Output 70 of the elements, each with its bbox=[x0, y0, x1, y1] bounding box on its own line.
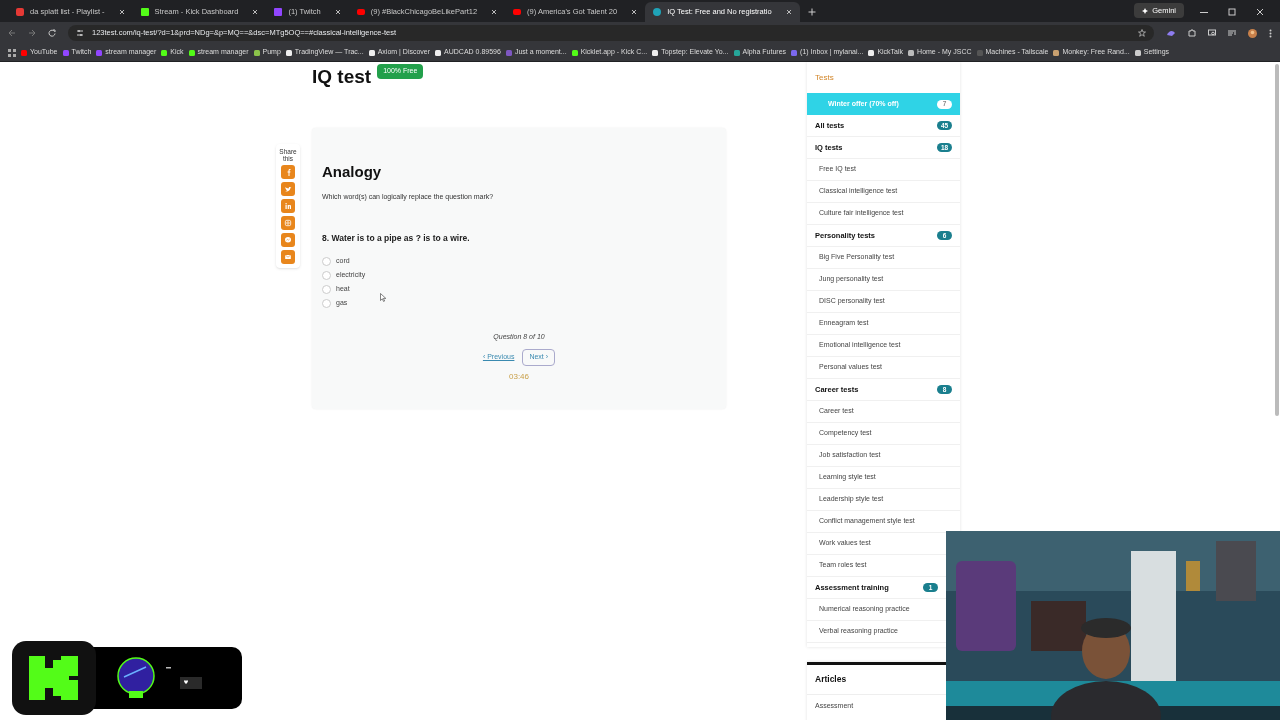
bookmark-icon bbox=[21, 49, 27, 56]
share-button[interactable] bbox=[281, 165, 295, 179]
scrollbar-thumb[interactable] bbox=[1275, 64, 1279, 416]
bookmark-icon bbox=[285, 49, 292, 56]
close-icon[interactable] bbox=[118, 9, 125, 15]
tab-icon bbox=[16, 8, 24, 16]
bookmark-icon bbox=[571, 49, 578, 56]
reload-icon bbox=[48, 29, 56, 37]
radio-button[interactable] bbox=[322, 298, 331, 308]
extension-icon bbox=[1166, 29, 1176, 37]
instagram-icon bbox=[284, 219, 292, 227]
radio-button[interactable] bbox=[322, 284, 331, 294]
profile-avatar-icon bbox=[1248, 28, 1257, 38]
mouse-pointer-icon bbox=[380, 293, 386, 302]
question-text: 8. Water is to a pipe as ? is to a wire. bbox=[322, 231, 471, 245]
category-heading: Analogy bbox=[322, 164, 383, 179]
bookmark-icon bbox=[1134, 49, 1141, 56]
new-tab-icon[interactable] bbox=[807, 8, 816, 16]
share-button[interactable] bbox=[281, 233, 295, 247]
tab-icon bbox=[653, 8, 662, 16]
sparkle-icon bbox=[1142, 7, 1149, 14]
media-icon bbox=[1228, 29, 1236, 37]
bookmark-icon bbox=[161, 49, 168, 56]
bookmark-icon bbox=[791, 49, 798, 56]
forward-icon bbox=[28, 29, 36, 37]
bookmark-icon bbox=[733, 49, 740, 56]
radio-button[interactable] bbox=[322, 256, 331, 266]
close-icon[interactable] bbox=[785, 9, 792, 15]
timer-text: 03:46 bbox=[508, 370, 530, 383]
bookmark-icon bbox=[1053, 49, 1060, 56]
twitter-icon bbox=[284, 185, 292, 193]
search-tabs-icon bbox=[1208, 29, 1216, 37]
back-icon bbox=[8, 29, 16, 37]
close-icon[interactable] bbox=[334, 9, 341, 15]
close-icon bbox=[1256, 8, 1264, 16]
close-icon[interactable] bbox=[252, 9, 259, 15]
bookmark-icon bbox=[435, 49, 442, 56]
messenger-icon bbox=[284, 236, 292, 244]
share-button[interactable] bbox=[281, 199, 295, 213]
bookmark-icon bbox=[908, 49, 915, 56]
restore-icon bbox=[1228, 8, 1236, 16]
bookmark-icon bbox=[868, 49, 875, 56]
tab-icon bbox=[274, 8, 283, 16]
bookmark-icon bbox=[368, 49, 375, 56]
tab-icon bbox=[140, 8, 149, 16]
share-button[interactable] bbox=[281, 250, 295, 264]
linkedin-icon bbox=[284, 202, 292, 210]
bookmark-icon bbox=[505, 49, 512, 56]
close-icon[interactable] bbox=[631, 9, 638, 15]
tab-icon bbox=[356, 8, 365, 16]
share-button[interactable] bbox=[281, 216, 295, 230]
bookmark-star-icon bbox=[1138, 29, 1146, 37]
apps-icon bbox=[8, 48, 16, 57]
mail-icon bbox=[284, 253, 292, 261]
bookmark-icon bbox=[62, 49, 69, 56]
close-icon[interactable] bbox=[491, 9, 498, 15]
tab-icon bbox=[513, 8, 522, 16]
menu-icon bbox=[1269, 28, 1272, 38]
share-button[interactable] bbox=[281, 182, 295, 196]
site-settings-icon bbox=[76, 29, 84, 37]
bookmark-icon bbox=[253, 49, 260, 56]
bookmark-icon bbox=[96, 49, 103, 56]
logo-icon bbox=[12, 640, 96, 715]
bookmark-icon bbox=[652, 49, 659, 56]
radio-button[interactable] bbox=[322, 270, 331, 280]
avatar-icon bbox=[116, 656, 156, 699]
bookmark-icon bbox=[976, 49, 983, 56]
page-title: IQ test bbox=[312, 67, 372, 86]
sidebar-heading: Tests bbox=[814, 72, 835, 84]
bookmark-icon bbox=[188, 49, 195, 56]
